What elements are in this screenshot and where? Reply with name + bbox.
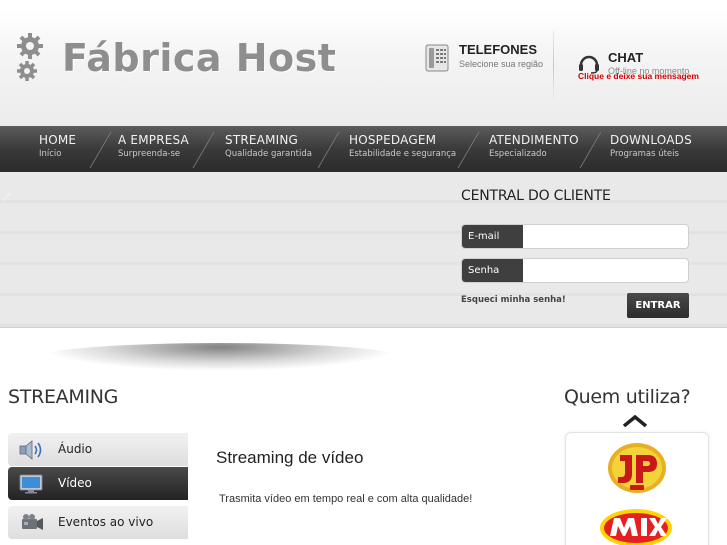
nav-label: A EMPRESA (118, 133, 189, 147)
telefones-block[interactable]: TELEFONES Selecione sua região (425, 42, 543, 72)
menu-label: Vídeo (58, 476, 92, 490)
nav-item-downloads[interactable]: DOWNLOADS Programas úteis (610, 133, 692, 159)
nav-item-home[interactable]: HOME Início (39, 133, 76, 159)
site-header: Fábrica Host TELEFONES Selecione sua reg… (0, 10, 727, 126)
speaker-icon (19, 440, 42, 460)
nav-label: HOSPEDAGEM (349, 133, 437, 147)
nav-sublabel: Especializado (489, 149, 547, 159)
monitor-icon (19, 474, 43, 494)
nav-label: DOWNLOADS (610, 133, 692, 147)
menu-label: Eventos ao vivo (58, 515, 154, 529)
chat-title: CHAT (608, 50, 644, 65)
menu-item-eventos[interactable]: Eventos ao vivo (8, 506, 188, 539)
senha-input[interactable] (523, 259, 688, 282)
nav-item-hospedagem[interactable]: HOSPEDAGEM Estabilidade e segurança (349, 133, 456, 159)
streaming-content-title: Streaming de vídeo (216, 448, 364, 467)
clients-section-title: Quem utiliza? (564, 386, 691, 408)
nav-item-empresa[interactable]: A EMPRESA Surpreenda-se (118, 133, 189, 159)
nav-label: STREAMING (225, 133, 299, 147)
page-root: Fábrica Host TELEFONES Selecione sua reg… (0, 0, 727, 545)
main-nav: HOME Início A EMPRESA Surpreenda-se STRE… (0, 126, 727, 172)
chat-message-link[interactable]: Clique e deixe sua mensagem (578, 71, 699, 81)
streaming-content-text: Trasmita vídeo em tempo real e com alta … (219, 493, 473, 505)
nav-separator (457, 132, 480, 168)
decorative-shadow (40, 343, 400, 371)
nav-sublabel: Programas úteis (610, 149, 679, 159)
banner-area (0, 172, 727, 328)
nav-item-atendimento[interactable]: ATENDIMENTO Especializado (489, 133, 579, 159)
senha-label: Senha (462, 259, 523, 282)
nav-sublabel: Estabilidade e segurança (349, 149, 457, 159)
nav-label: HOME (39, 133, 77, 147)
header-divider (553, 30, 554, 100)
nav-item-streaming[interactable]: STREAMING Qualidade garantida (225, 133, 312, 159)
streaming-section-title: STREAMING (8, 386, 119, 408)
client-area-title: CENTRAL DO CLIENTE (461, 188, 611, 204)
menu-label: Áudio (58, 442, 93, 456)
nav-sublabel: Qualidade garantida (225, 149, 312, 159)
email-label: E-mail (462, 225, 523, 248)
gears-icon (17, 33, 43, 81)
email-input[interactable] (523, 225, 688, 248)
nav-sublabel: Início (39, 149, 62, 159)
nav-label: ATENDIMENTO (489, 133, 579, 147)
nav-separator (579, 132, 602, 168)
nav-separator (192, 132, 215, 168)
brand-name: Fábrica Host (62, 36, 337, 80)
camera-icon (22, 514, 43, 530)
email-field: E-mail (461, 224, 689, 249)
nav-sublabel: Surpreenda-se (118, 149, 181, 159)
mix-fm-logo[interactable] (598, 506, 674, 545)
menu-item-video[interactable]: Vídeo (8, 467, 202, 500)
telefones-title: TELEFONES (459, 42, 538, 57)
forgot-password-link[interactable]: Esqueci minha senha! (461, 295, 566, 305)
jp-fm-logo[interactable] (606, 441, 668, 496)
menu-item-audio[interactable]: Áudio (8, 433, 188, 466)
telefones-subtitle: Selecione sua região (459, 59, 544, 69)
entrar-button[interactable]: ENTRAR (627, 293, 689, 318)
phone-icon (425, 44, 449, 72)
chevron-up-icon[interactable] (622, 415, 648, 427)
nav-separator (317, 132, 340, 168)
senha-field: Senha (461, 258, 689, 283)
brand-logo[interactable]: Fábrica Host (10, 28, 336, 88)
nav-separator (89, 132, 112, 168)
